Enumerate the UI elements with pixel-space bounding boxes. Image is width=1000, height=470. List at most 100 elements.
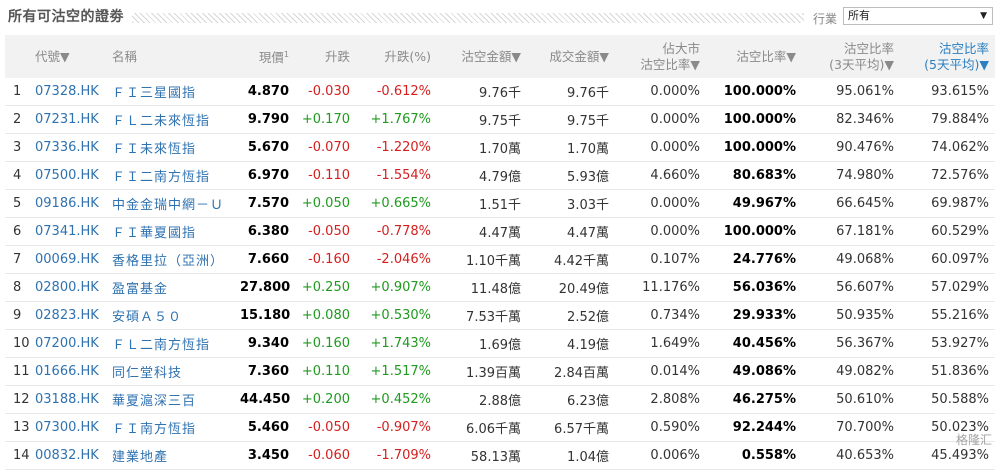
short-ratio-avg5: 60.097% bbox=[900, 246, 995, 274]
stock-code-link[interactable]: 07336.HK bbox=[35, 140, 99, 155]
short-ratio: 40.456% bbox=[706, 330, 802, 358]
stock-name-link[interactable]: 安碩Ａ５０ bbox=[112, 310, 182, 325]
stock-code-link-cell[interactable]: 07336.HK bbox=[35, 134, 112, 162]
table-row[interactable]: 802800.HK盈富基金27.800+0.250+0.907%11.48億20… bbox=[5, 274, 995, 302]
stock-name-link[interactable]: 華夏滬深三百 bbox=[112, 394, 196, 409]
stock-name-link-cell[interactable]: 建業地產 bbox=[112, 442, 240, 470]
current-price: 7.570 bbox=[240, 190, 295, 218]
table-row[interactable]: 407500.HKＦＩ二南方恆指6.970-0.110-1.554%4.79億5… bbox=[5, 162, 995, 190]
col-header-market-ratio[interactable]: 佔大市沽空比率▼ bbox=[615, 35, 706, 78]
table-row[interactable]: 107328.HKＦＩ三星國指4.870-0.030-0.612%9.76千9.… bbox=[5, 78, 995, 106]
stock-code-link[interactable]: 02823.HK bbox=[35, 308, 99, 323]
stock-name-link-cell[interactable]: ＦＬ二南方恆指 bbox=[112, 330, 240, 358]
stock-code-link[interactable]: 07500.HK bbox=[35, 168, 99, 183]
col-header-change-pct[interactable]: 升跌(%) bbox=[356, 35, 437, 78]
row-index: 11 bbox=[5, 358, 35, 386]
short-ratio-avg5: 72.576% bbox=[900, 162, 995, 190]
stock-code-link-cell[interactable]: 02823.HK bbox=[35, 302, 112, 330]
col-header-change[interactable]: 升跌 bbox=[295, 35, 356, 78]
stock-name-link[interactable]: ＦＩ三星國指 bbox=[112, 86, 196, 101]
stock-code-link[interactable]: 00069.HK bbox=[35, 252, 99, 267]
table-row[interactable]: 1007200.HKＦＬ二南方恆指9.340+0.160+1.743%1.69億… bbox=[5, 330, 995, 358]
stock-code-link-cell[interactable]: 07341.HK bbox=[35, 218, 112, 246]
stock-code-link[interactable]: 09186.HK bbox=[35, 196, 99, 211]
stock-name-link[interactable]: 建業地產 bbox=[112, 450, 168, 465]
stock-code-link-cell[interactable]: 00832.HK bbox=[35, 442, 112, 470]
stock-name-link[interactable]: ＦＩ二南方恆指 bbox=[112, 170, 210, 185]
price-change-pct: +1.517% bbox=[356, 358, 437, 386]
stock-name-link-cell[interactable]: 盈富基金 bbox=[112, 274, 240, 302]
short-ratio: 56.036% bbox=[706, 274, 802, 302]
price-change: +0.160 bbox=[295, 330, 356, 358]
col-header-turnover[interactable]: 成交金額▼ bbox=[527, 35, 615, 78]
col-header-code[interactable]: 代號▼ bbox=[35, 35, 112, 78]
stock-name-link[interactable]: 香格里拉（亞洲） bbox=[112, 254, 224, 269]
stock-name-link[interactable]: 盈富基金 bbox=[112, 282, 168, 297]
stock-name-link[interactable]: ＦＬ二未來恆指 bbox=[112, 114, 210, 129]
stock-name-link-cell[interactable]: 同仁堂科技 bbox=[112, 358, 240, 386]
col-header-name[interactable]: 名稱 bbox=[112, 35, 240, 78]
industry-select[interactable]: 所有 ▼ bbox=[843, 7, 993, 25]
stock-name-link-cell[interactable]: ＦＩ華夏國指 bbox=[112, 218, 240, 246]
stock-code-link-cell[interactable]: 07200.HK bbox=[35, 330, 112, 358]
stock-name-link-cell[interactable]: 華夏滬深三百 bbox=[112, 386, 240, 414]
stock-code-link-cell[interactable]: 07500.HK bbox=[35, 162, 112, 190]
stock-name-link[interactable]: ＦＩ南方恆指 bbox=[112, 422, 196, 437]
table-row[interactable]: 607341.HKＦＩ華夏國指6.380-0.050-0.778%4.47萬4.… bbox=[5, 218, 995, 246]
table-row[interactable]: 1400832.HK建業地產3.450-0.060-1.709%58.13萬1.… bbox=[5, 442, 995, 470]
stock-name-link[interactable]: ＦＩ未來恆指 bbox=[112, 142, 196, 157]
stock-code-link[interactable]: 07231.HK bbox=[35, 112, 99, 127]
stock-code-link[interactable]: 07200.HK bbox=[35, 336, 99, 351]
col-header-avg3-l1: 沽空比率 bbox=[844, 41, 894, 56]
stock-code-link[interactable]: 03188.HK bbox=[35, 392, 99, 407]
stock-name-link-cell[interactable]: 中金金瑞中網－Ｕ bbox=[112, 190, 240, 218]
stock-name-link-cell[interactable]: ＦＩ南方恆指 bbox=[112, 414, 240, 442]
stock-code-link[interactable]: 01666.HK bbox=[35, 364, 99, 379]
industry-select-value: 所有 bbox=[848, 9, 870, 22]
stock-name-link-cell[interactable]: ＦＩ二南方恆指 bbox=[112, 162, 240, 190]
stock-code-link[interactable]: 07341.HK bbox=[35, 224, 99, 239]
col-header-avg3[interactable]: 沽空比率(3天平均)▼ bbox=[802, 35, 900, 78]
stock-code-link-cell[interactable]: 07300.HK bbox=[35, 414, 112, 442]
price-change-pct: -1.709% bbox=[356, 442, 437, 470]
stock-name-link-cell[interactable]: ＦＩ未來恆指 bbox=[112, 134, 240, 162]
stock-name-link[interactable]: ＦＬ二南方恆指 bbox=[112, 338, 210, 353]
stock-name-link-cell[interactable]: ＦＩ三星國指 bbox=[112, 78, 240, 106]
stock-code-link-cell[interactable]: 02800.HK bbox=[35, 274, 112, 302]
col-header-short-amount[interactable]: 沽空金額▼ bbox=[437, 35, 527, 78]
row-index: 14 bbox=[5, 442, 35, 470]
table-row[interactable]: 509186.HK中金金瑞中網－Ｕ7.570+0.050+0.665%1.51千… bbox=[5, 190, 995, 218]
stock-code-link[interactable]: 02800.HK bbox=[35, 280, 99, 295]
stock-code-link-cell[interactable]: 07328.HK bbox=[35, 78, 112, 106]
col-header-short-ratio[interactable]: 沽空比率▼ bbox=[706, 35, 802, 78]
stock-name-link[interactable]: 中金金瑞中網－Ｕ bbox=[112, 198, 224, 213]
stock-name-link-cell[interactable]: 安碩Ａ５０ bbox=[112, 302, 240, 330]
stock-code-link[interactable]: 07328.HK bbox=[35, 84, 99, 99]
col-header-price[interactable]: 現價1 bbox=[240, 35, 295, 78]
col-header-index bbox=[5, 35, 35, 78]
col-header-avg5[interactable]: 沽空比率(5天平均)▼ bbox=[900, 35, 995, 78]
row-index: 5 bbox=[5, 190, 35, 218]
table-row[interactable]: 700069.HK香格里拉（亞洲）7.660-0.160-2.046%1.10千… bbox=[5, 246, 995, 274]
table-row[interactable]: 207231.HKＦＬ二未來恆指9.790+0.170+1.767%9.75千9… bbox=[5, 106, 995, 134]
table-row[interactable]: 1307300.HKＦＩ南方恆指5.460-0.050-0.907%6.06千萬… bbox=[5, 414, 995, 442]
stock-name-link-cell[interactable]: ＦＬ二未來恆指 bbox=[112, 106, 240, 134]
stock-code-link-cell[interactable]: 09186.HK bbox=[35, 190, 112, 218]
chevron-down-icon: ▼ bbox=[980, 8, 987, 24]
stock-code-link-cell[interactable]: 01666.HK bbox=[35, 358, 112, 386]
table-row[interactable]: 902823.HK安碩Ａ５０15.180+0.080+0.530%7.53千萬2… bbox=[5, 302, 995, 330]
stock-code-link-cell[interactable]: 00069.HK bbox=[35, 246, 112, 274]
stock-code-link[interactable]: 07300.HK bbox=[35, 420, 99, 435]
table-row[interactable]: 1101666.HK同仁堂科技7.360+0.110+1.517%1.39百萬2… bbox=[5, 358, 995, 386]
stock-name-link[interactable]: ＦＩ華夏國指 bbox=[112, 226, 196, 241]
stock-code-link-cell[interactable]: 07231.HK bbox=[35, 106, 112, 134]
short-ratio-avg5: 55.216% bbox=[900, 302, 995, 330]
table-row[interactable]: 307336.HKＦＩ未來恆指5.670-0.070-1.220%1.70萬1.… bbox=[5, 134, 995, 162]
current-price: 44.450 bbox=[240, 386, 295, 414]
stock-name-link[interactable]: 同仁堂科技 bbox=[112, 366, 182, 381]
short-ratio-avg5: 74.062% bbox=[900, 134, 995, 162]
stock-code-link-cell[interactable]: 03188.HK bbox=[35, 386, 112, 414]
stock-code-link[interactable]: 00832.HK bbox=[35, 448, 99, 463]
table-row[interactable]: 1203188.HK華夏滬深三百44.450+0.200+0.452%2.88億… bbox=[5, 386, 995, 414]
stock-name-link-cell[interactable]: 香格里拉（亞洲） bbox=[112, 246, 240, 274]
